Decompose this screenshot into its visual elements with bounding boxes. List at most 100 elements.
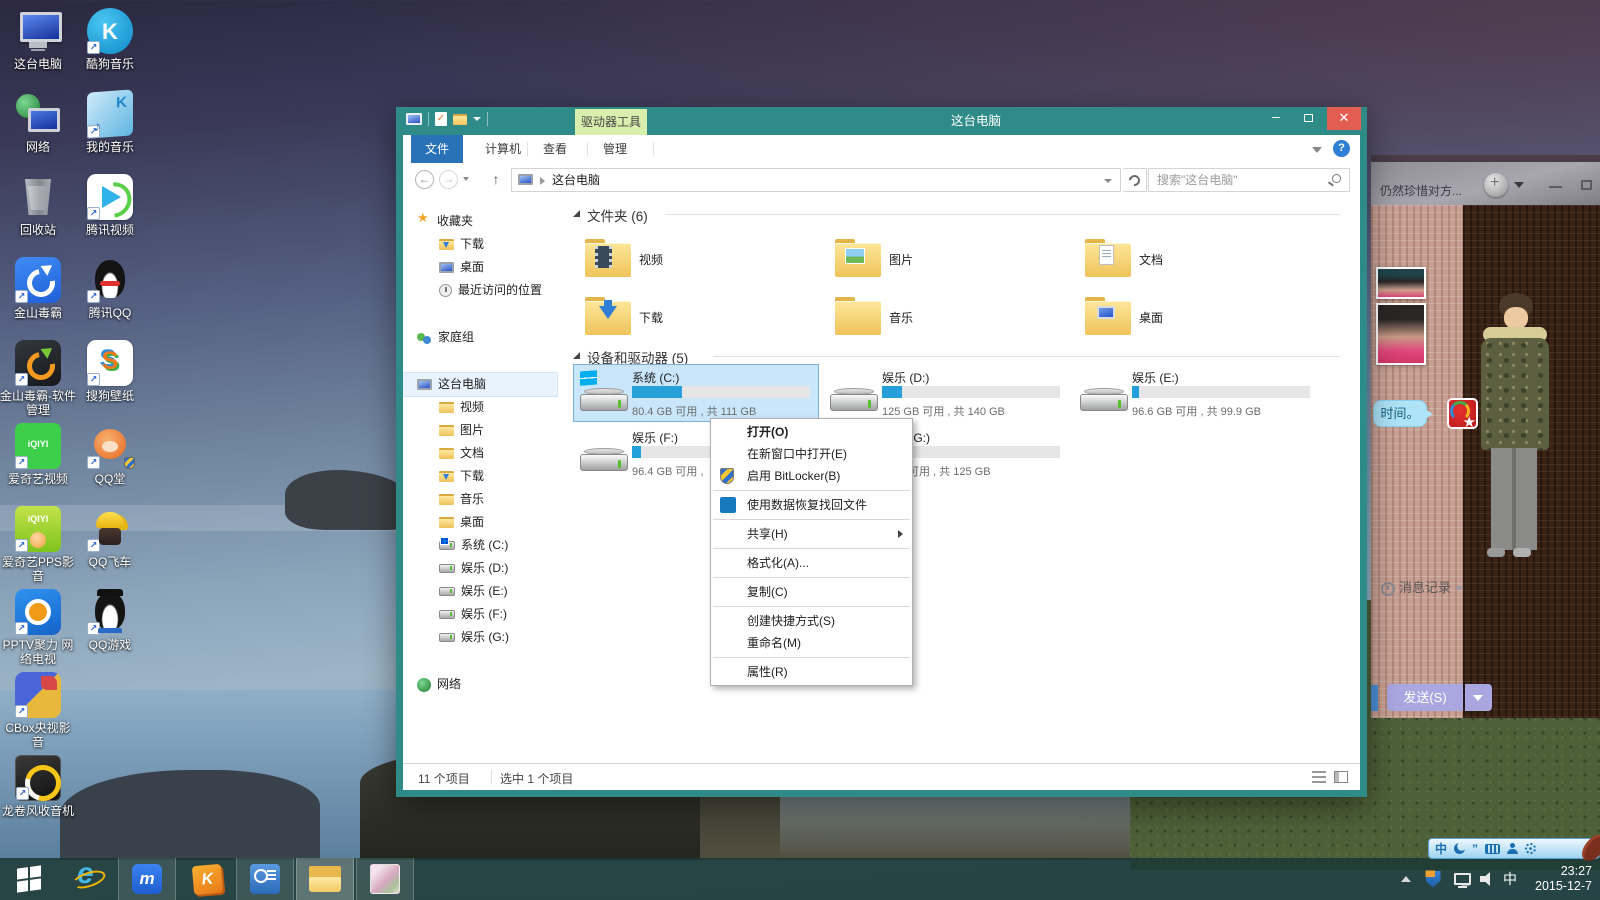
send-button[interactable]: 发送(S) [1387, 684, 1463, 711]
properties-icon[interactable]: ✓ [435, 112, 447, 126]
desktop-shortcut-pptv[interactable]: ↗PPTV聚力 网络电视 [0, 589, 76, 666]
ime-settings-icon[interactable] [1525, 843, 1536, 854]
sidebar-item-downloads[interactable]: 下载 [403, 465, 557, 488]
taskbar-item-photo-viewer[interactable] [356, 858, 414, 900]
context-menu-item[interactable]: 在新窗口中打开(E) [711, 443, 912, 465]
chevron-down-icon[interactable] [1514, 182, 1524, 188]
show-hidden-icons-button[interactable] [1396, 858, 1416, 900]
forward-button[interactable]: → [439, 170, 458, 189]
sidebar-item-music[interactable]: 音乐 [403, 488, 557, 511]
maximize-button[interactable] [1295, 107, 1321, 129]
context-menu-item[interactable]: 格式化(A)... [711, 552, 912, 574]
help-icon[interactable]: ? [1333, 140, 1350, 157]
computer-icon[interactable] [406, 113, 422, 125]
minimize-button[interactable]: – [1263, 107, 1289, 129]
tab-manage[interactable]: 管理 [589, 135, 641, 163]
drive-item-2[interactable]: 娱乐 (D:)125 GB 可用 , 共 140 GB [824, 365, 1068, 421]
customize-toolbar-icon[interactable] [473, 117, 481, 121]
tab-computer[interactable]: 计算机 [471, 135, 535, 163]
sidebar-item-fav-desktop[interactable]: 桌面 [403, 256, 557, 279]
drive-item-1[interactable]: 系统 (C:)80.4 GB 可用 , 共 111 GB [574, 365, 818, 421]
taskbar-item-internet-explorer[interactable] [58, 858, 116, 900]
context-menu-item[interactable]: 属性(R) [711, 661, 912, 683]
thumbnail-view-icon[interactable] [1334, 771, 1348, 783]
message-history-button[interactable]: 消息记录 [1381, 577, 1463, 597]
desktop-shortcut-kugou-music[interactable]: ↗酷狗音乐 [72, 8, 148, 71]
ime-account-icon[interactable] [1507, 843, 1518, 854]
folders-group-header[interactable]: 文件夹 (6) [573, 205, 1340, 223]
sidebar-item-documents[interactable]: 文档 [403, 442, 557, 465]
collapse-triangle-icon[interactable] [573, 352, 580, 359]
desktop-shortcut-tornado-radio[interactable]: ↗龙卷风收音机 [0, 755, 76, 818]
sidebar-item-favorites[interactable]: 收藏夹 [403, 210, 557, 233]
address-dropdown-icon[interactable] [1104, 179, 1112, 183]
context-menu-item[interactable]: 复制(C) [711, 581, 912, 603]
sidebar-item-recent-places[interactable]: 最近访问的位置 [403, 279, 557, 302]
desktop-shortcut-qq-tang[interactable]: ↗QQ堂 [72, 423, 148, 486]
start-button[interactable] [4, 858, 54, 900]
context-menu-item[interactable]: 重命名(M) [711, 632, 912, 654]
send-options-dropdown[interactable] [1465, 684, 1492, 711]
new-folder-icon[interactable] [453, 114, 467, 125]
context-menu-item[interactable]: 启用 BitLocker(B) [711, 465, 912, 487]
drives-group-header[interactable]: 设备和驱动器 (5) [573, 347, 1340, 365]
sidebar-item-network[interactable]: 网络 [403, 673, 557, 696]
close-button[interactable]: ✕ [1327, 107, 1361, 130]
desktop-shortcut-cbox[interactable]: ↗CBox央视影音 [0, 672, 76, 749]
qq-skin-icon[interactable] [1484, 173, 1508, 197]
folder-item-pic[interactable]: 图片 [825, 232, 1068, 285]
context-menu-item[interactable]: 打开(O) [711, 421, 912, 443]
sidebar-item-drive-c[interactable]: 系统 (C:) [403, 534, 557, 557]
search-input[interactable]: 搜索"这台电脑" [1148, 168, 1350, 192]
taskbar-item-file-explorer[interactable] [296, 858, 354, 900]
language-indicator[interactable]: 中 [1498, 858, 1522, 900]
desktop-shortcut-my-music[interactable]: ↗我的音乐 [72, 91, 148, 154]
desktop-shortcut-sogou-wallpaper[interactable]: ↗搜狗壁纸 [72, 340, 148, 403]
taskbar-item-control-panel[interactable] [236, 858, 294, 900]
desktop-shortcut-qq-game[interactable]: ↗QQ游戏 [72, 589, 148, 652]
folder-item-down[interactable]: 下载 [575, 290, 818, 343]
taskbar-clock[interactable]: 23:27 2015-12-7 [1524, 858, 1596, 900]
ribbon-collapse-icon[interactable] [1312, 147, 1322, 153]
desktop-shortcut-kingsoft-duba[interactable]: ↗金山毒霸 [0, 257, 76, 320]
sidebar-item-homegroup[interactable]: 家庭组 [403, 326, 557, 349]
tab-view[interactable]: 查看 [529, 135, 581, 163]
explorer-titlebar[interactable]: ✓ 驱动器工具 这台电脑 – ✕ [396, 107, 1367, 135]
volume-tray-icon[interactable] [1476, 858, 1498, 900]
sidebar-item-this-pc[interactable]: 这台电脑 [403, 373, 557, 396]
qq-minimize-button[interactable] [1549, 186, 1562, 188]
folder-item-video[interactable]: 视频 [575, 232, 818, 285]
sidebar-item-drive-d[interactable]: 娱乐 (D:) [403, 557, 557, 580]
context-menu-item[interactable]: 创建快捷方式(S) [711, 610, 912, 632]
folder-item-doc[interactable]: 文档 [1075, 232, 1318, 285]
sidebar-item-drive-g[interactable]: 娱乐 (G:) [403, 626, 557, 649]
tab-file[interactable]: 文件 [411, 135, 463, 163]
sidebar-item-videos[interactable]: 视频 [403, 396, 557, 419]
sidebar-item-pictures[interactable]: 图片 [403, 419, 557, 442]
sidebar-item-drive-e[interactable]: 娱乐 (E:) [403, 580, 557, 603]
collapse-triangle-icon[interactable] [573, 210, 580, 217]
refresh-button[interactable] [1123, 168, 1147, 192]
up-button[interactable]: ↑ [487, 171, 505, 189]
action-center-icon[interactable] [1422, 858, 1444, 900]
desktop-shortcut-tencent-video[interactable]: ↗腾讯视频 [72, 174, 148, 237]
desktop-shortcut-network[interactable]: 网络 [0, 91, 76, 154]
ime-toolbar[interactable]: 中 ” [1428, 838, 1600, 859]
context-menu-item[interactable]: 使用数据恢复找回文件 [711, 494, 912, 516]
address-bar[interactable]: 这台电脑 [511, 168, 1121, 192]
taskbar-item-maxthon[interactable]: m [118, 858, 176, 900]
qq-toolbar-button[interactable] [1371, 685, 1378, 711]
sidebar-item-drive-f[interactable]: 娱乐 (F:) [403, 603, 557, 626]
qq-chat-window[interactable]: 仍然珍惜对方... 时间。 消息记录 发送(S) [1371, 155, 1600, 718]
details-view-icon[interactable] [1312, 771, 1326, 783]
breadcrumb[interactable]: 这台电脑 [552, 169, 600, 192]
folder-item-music[interactable]: 音乐 [825, 290, 1068, 343]
desktop-shortcut-recycle-bin[interactable]: 回收站 [0, 174, 76, 237]
context-menu-item[interactable]: 共享(H) [711, 523, 912, 545]
desktop-shortcut-qq-speed[interactable]: ↗QQ飞车 [72, 506, 148, 569]
sidebar-item-fav-downloads[interactable]: 下载 [403, 233, 557, 256]
sidebar-item-desktop[interactable]: 桌面 [403, 511, 557, 534]
desktop-shortcut-iqiyi-video[interactable]: ↗爱奇艺视频 [0, 423, 76, 486]
back-button[interactable]: ← [415, 170, 434, 189]
qq-maximize-button[interactable] [1581, 180, 1592, 190]
